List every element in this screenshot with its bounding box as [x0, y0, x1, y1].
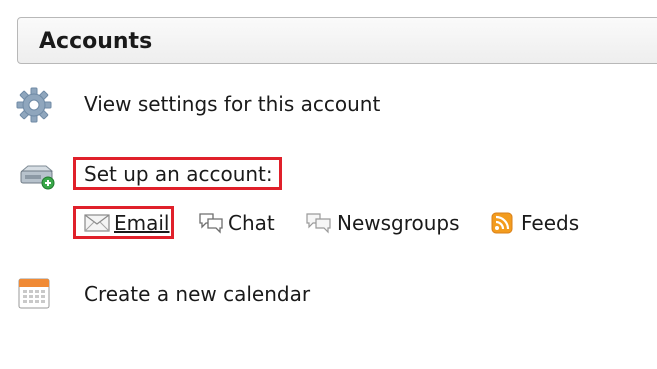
rss-icon — [491, 212, 513, 234]
chat-label: Chat — [228, 211, 275, 235]
chat-icon — [199, 213, 223, 234]
feeds-label: Feeds — [521, 211, 580, 235]
gear-icon — [16, 87, 52, 123]
page-title: Accounts — [39, 29, 153, 54]
email-label: Email — [114, 211, 170, 235]
setup-account-label: Set up an account: — [84, 162, 273, 186]
email-link[interactable]: Email — [84, 211, 170, 235]
feeds-link[interactable]: Feeds — [491, 211, 579, 235]
newsgroups-label: Newsgroups — [337, 211, 460, 235]
newsgroups-link[interactable]: Newsgroups — [305, 211, 460, 235]
create-calendar-link[interactable]: Create a new calendar — [84, 282, 310, 306]
newsgroups-icon — [306, 213, 331, 234]
envelope-icon — [84, 214, 110, 232]
calendar-icon — [18, 278, 50, 309]
view-settings-link[interactable]: View settings for this account — [84, 92, 380, 116]
add-account-icon — [20, 165, 55, 190]
accounts-header: Accounts — [17, 17, 657, 64]
chat-link[interactable]: Chat — [198, 211, 275, 235]
